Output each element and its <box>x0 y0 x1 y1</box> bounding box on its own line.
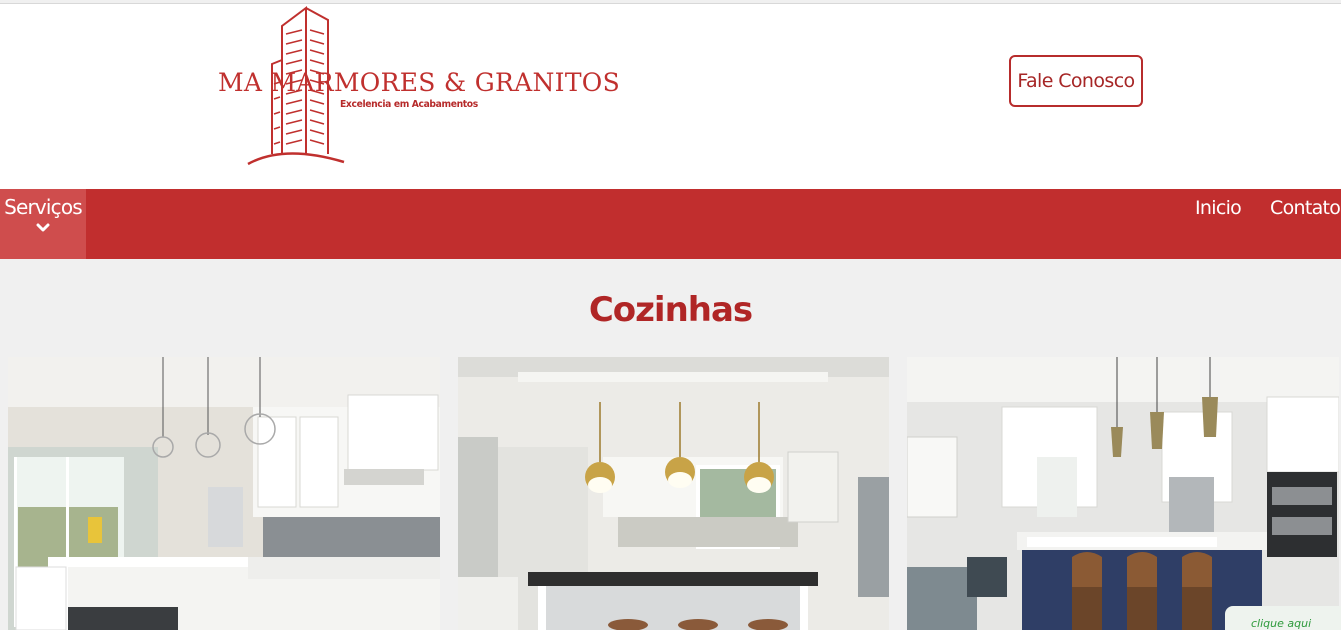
section-title: Cozinhas <box>588 290 753 330</box>
main-navigation: Serviços Inicio Contato <box>0 189 1341 259</box>
brand-name: MA MARMORES & GRANITOS <box>218 68 621 97</box>
chat-widget[interactable]: clique aqui <box>1225 606 1341 630</box>
nav-link-contato[interactable]: Contato <box>1270 197 1341 219</box>
logo[interactable]: MA MARMORES & GRANITOS Excelencia em Aca… <box>214 4 620 169</box>
servicos-dropdown-label: Serviços <box>4 195 83 219</box>
servicos-dropdown[interactable]: Serviços <box>0 189 86 259</box>
kitchen-photo-2[interactable] <box>458 357 889 630</box>
chat-widget-label: clique aqui <box>1251 617 1312 630</box>
kitchen-photo-3[interactable] <box>907 357 1339 630</box>
brand-tagline: Excelencia em Acabamentos <box>340 99 478 110</box>
fale-conosco-button[interactable]: Fale Conosco <box>1009 55 1143 107</box>
chevron-down-icon <box>36 223 50 232</box>
nav-link-inicio[interactable]: Inicio <box>1195 197 1242 219</box>
kitchen-photo-1[interactable] <box>8 357 440 630</box>
site-header: MA MARMORES & GRANITOS Excelencia em Aca… <box>0 4 1341 189</box>
